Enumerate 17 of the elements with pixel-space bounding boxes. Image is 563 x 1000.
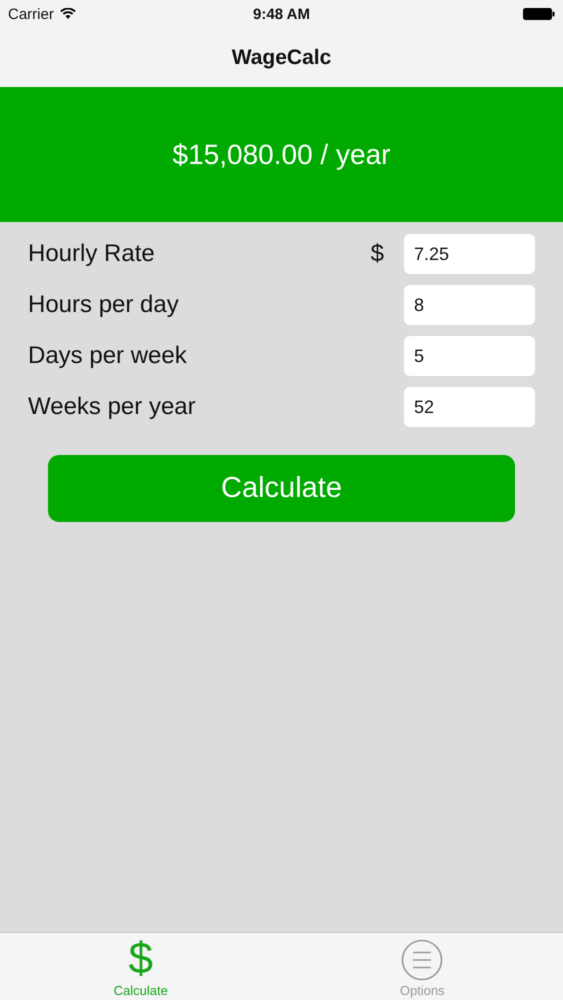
input-field[interactable]: 52 (404, 387, 535, 427)
field-label: Days per week (28, 342, 188, 370)
wifi-icon (60, 8, 76, 20)
input-field[interactable]: 8 (404, 285, 535, 325)
menu-icon (401, 939, 444, 981)
field-label: Hours per day (28, 291, 180, 319)
carrier-label: Carrier (8, 6, 54, 22)
result-text: $15,080.00 / year (172, 138, 390, 170)
field-label: Weeks per year (28, 393, 197, 421)
field-label: Hourly Rate (28, 240, 156, 268)
dollar-icon: $ (128, 937, 153, 981)
status-time: 9:48 AM (253, 6, 310, 22)
input-field[interactable]: 5 (404, 336, 535, 376)
currency-symbol: $ (370, 240, 384, 268)
battery-icon (523, 7, 555, 21)
nav-title: WageCalc (232, 46, 332, 70)
input-field[interactable]: 7.25 (404, 234, 535, 274)
